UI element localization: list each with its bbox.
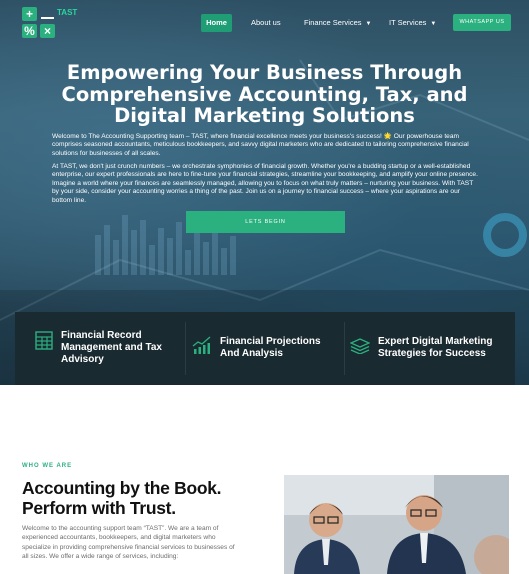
logo-times: × <box>40 24 55 38</box>
nav-about-us[interactable]: About us <box>251 14 281 32</box>
spreadsheet-icon <box>35 331 53 350</box>
about-title: Accounting by the Book. Perform with Tru… <box>22 478 222 518</box>
feature-label: Financial Projections And Analysis <box>220 336 321 359</box>
logo-minus-bar <box>41 17 54 19</box>
lets-begin-button[interactable]: LETS BEGIN <box>186 211 345 233</box>
logo-percent: % <box>22 24 37 38</box>
feature-label: Expert Digital Marketing Strategies for … <box>378 336 493 359</box>
nav-it-services[interactable]: IT Services ▼ <box>389 14 436 32</box>
tast-logo[interactable]: + TAST % × <box>22 7 77 41</box>
team-photo <box>284 475 509 574</box>
logo-text: TAST <box>57 8 78 17</box>
section-eyebrow: WHO WE ARE <box>22 463 73 469</box>
features-strip: Financial Record Management and Tax Advi… <box>15 312 515 385</box>
hero-detail-paragraph: At TAST, we don't just crunch numbers – … <box>52 163 478 204</box>
hero-title: Empowering Your Business Through Compreh… <box>61 61 468 127</box>
feature-digital-marketing[interactable]: Expert Digital Marketing Strategies for … <box>345 312 515 385</box>
feature-financial-projections[interactable]: Financial Projections And Analysis <box>186 312 344 385</box>
chevron-down-icon: ▼ <box>365 21 372 27</box>
bar-chart-icon <box>192 336 211 354</box>
team-photo-illustration <box>284 475 509 574</box>
nav-finance-label: Finance Services <box>304 18 362 27</box>
nav-finance-services[interactable]: Finance Services ▼ <box>304 14 371 32</box>
nav-home[interactable]: Home <box>201 14 232 32</box>
feature-label: Financial Record Management and Tax Advi… <box>61 330 162 365</box>
hero-section: + TAST % × Home About us Finance Service… <box>0 0 529 385</box>
chevron-down-icon: ▼ <box>430 21 437 27</box>
hero-intro-paragraph: Welcome to The Accounting Supporting tea… <box>52 133 469 157</box>
whatsapp-button[interactable]: WHATSAPP US <box>453 14 511 31</box>
logo-plus: + <box>22 7 37 21</box>
about-paragraph: Welcome to the accounting support team “… <box>22 525 235 560</box>
nav-it-label: IT Services <box>389 18 427 27</box>
layers-icon <box>350 338 370 354</box>
feature-financial-records[interactable]: Financial Record Management and Tax Advi… <box>15 312 185 385</box>
